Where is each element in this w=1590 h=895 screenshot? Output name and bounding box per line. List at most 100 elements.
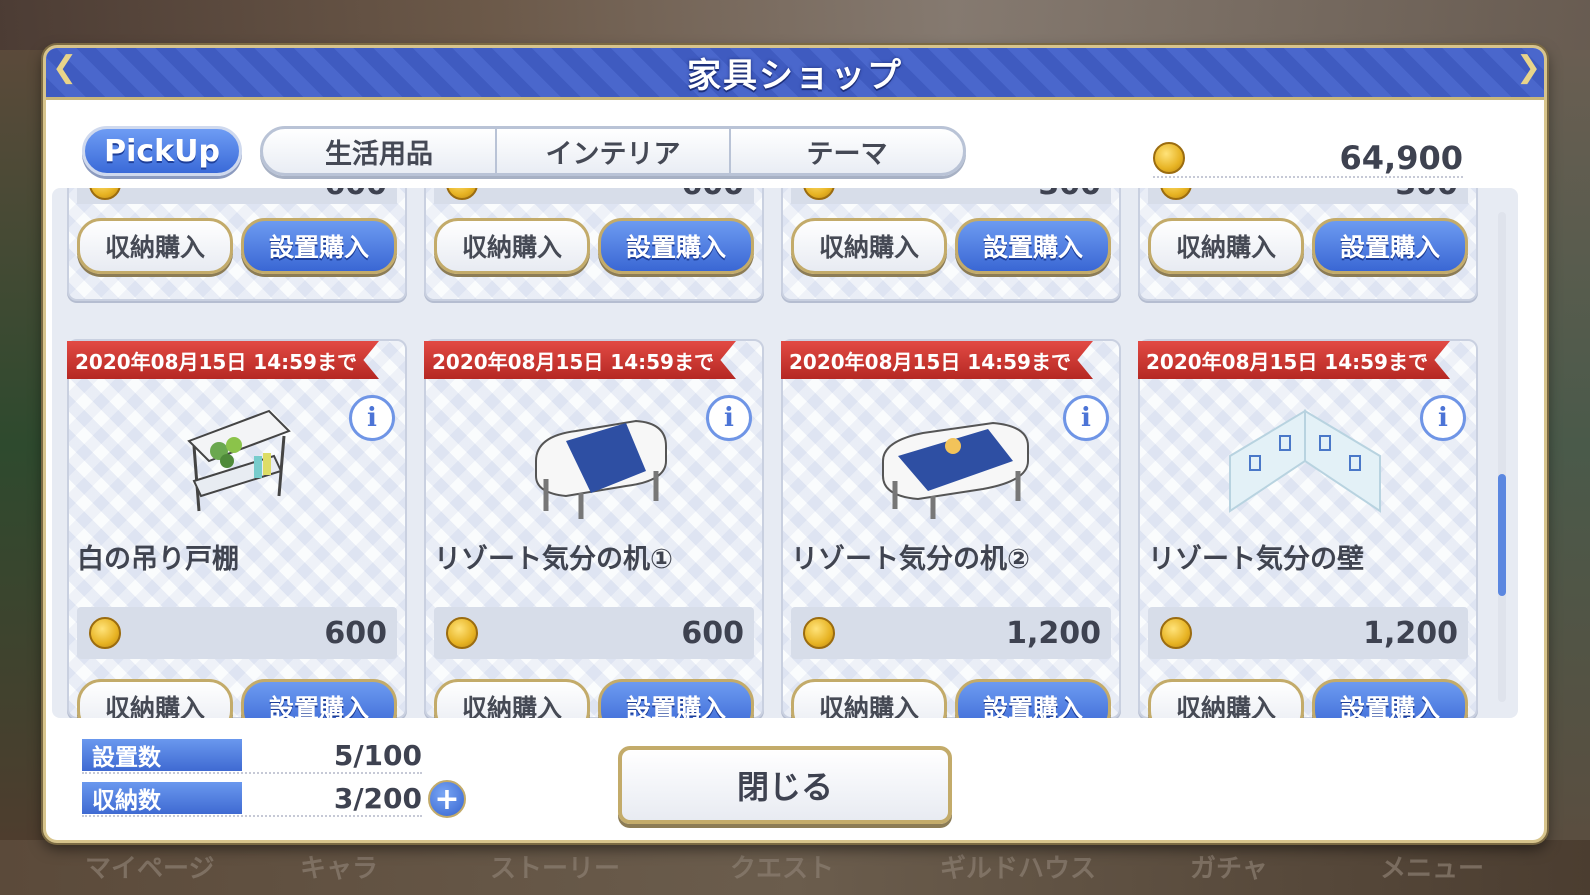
store-buy-button[interactable]: 収納購入	[791, 218, 947, 274]
background-nav-guildhouse: ギルドハウス	[940, 854, 1097, 884]
price-value: 600	[681, 615, 744, 651]
place-buy-button[interactable]: 設置購入	[598, 218, 754, 274]
placed-count-row: 設置数 5/100	[82, 738, 422, 774]
placed-count-label: 設置数	[82, 739, 242, 771]
placed-count-value: 5/100	[333, 738, 422, 772]
store-buy-button[interactable]: 収納購入	[434, 679, 590, 718]
coin-icon	[803, 188, 835, 200]
price-value: 300	[1395, 188, 1458, 202]
price-bar: 600	[434, 607, 754, 659]
corner-ornament-right: ❯	[1516, 50, 1542, 85]
button-row: 収納購入 設置購入	[791, 218, 1111, 274]
close-button[interactable]: 閉じる	[618, 746, 952, 824]
store-buy-button[interactable]: 収納購入	[434, 218, 590, 274]
background-left	[0, 50, 44, 840]
item-name: 白の吊り戸棚	[77, 544, 239, 575]
deadline-ribbon: 2020年08月15日 14:59まで	[67, 341, 379, 379]
item-card-top: 600 収納購入 設置購入	[424, 188, 764, 301]
resort-desk-1-image	[535, 419, 667, 519]
store-buy-button[interactable]: 収納購入	[1148, 679, 1304, 718]
scrollbar[interactable]	[1498, 212, 1506, 702]
item-grid[interactable]: 600 収納購入 設置購入 600 収納購入 設置購入 300 収納購入	[52, 188, 1518, 718]
price-value: 600	[681, 188, 744, 202]
price-bar: 1,200	[1148, 607, 1468, 659]
item-name: リゾート気分の机②	[791, 544, 1030, 575]
price-bar: 600	[77, 188, 397, 204]
info-icon[interactable]: i	[706, 395, 752, 441]
dialog-header: ❮ 家具ショップ ❯	[46, 48, 1544, 100]
place-buy-button[interactable]: 設置購入	[1312, 218, 1468, 274]
store-buy-button[interactable]: 収納購入	[77, 679, 233, 718]
item-card-top: 300 収納購入 設置購入	[1138, 188, 1478, 301]
place-buy-button[interactable]: 設置購入	[1312, 679, 1468, 718]
background-nav-menu: メニュー	[1380, 854, 1485, 884]
place-buy-button[interactable]: 設置購入	[955, 218, 1111, 274]
button-row: 収納購入 設置購入	[77, 218, 397, 274]
coin-icon	[89, 188, 121, 200]
plus-icon[interactable]: +	[428, 780, 466, 818]
price-value: 1,200	[1006, 615, 1101, 651]
background-nav-chara: キャラ	[300, 854, 379, 884]
button-row: 収納購入 設置購入	[791, 679, 1111, 718]
scrollbar-thumb[interactable]	[1498, 474, 1506, 596]
tab-interior[interactable]: インテリア	[497, 129, 731, 173]
item-card[interactable]: 2020年08月15日 14:59まで i リゾート気分の机① 600 収納購入…	[424, 339, 764, 718]
item-card-top: 600 収納購入 設置購入	[67, 188, 407, 301]
info-icon[interactable]: i	[1063, 395, 1109, 441]
coin-icon	[1160, 617, 1192, 649]
place-buy-button[interactable]: 設置購入	[241, 679, 397, 718]
price-value: 300	[1038, 188, 1101, 202]
resort-wall-image	[1229, 409, 1381, 513]
item-card[interactable]: 2020年08月15日 14:59まで i リゾート気分の壁 1,200 収納購…	[1138, 339, 1478, 718]
button-row: 収納購入 設置購入	[77, 679, 397, 718]
hanging-shelf-image	[187, 409, 291, 512]
button-row: 収納購入 設置購入	[434, 218, 754, 274]
tab-pickup[interactable]: PickUp	[82, 126, 242, 176]
deadline-ribbon: 2020年08月15日 14:59まで	[781, 341, 1093, 379]
item-name: リゾート気分の壁	[1148, 544, 1364, 575]
stored-count-row: 収納数 3/200	[82, 781, 422, 817]
stored-count-label: 収納数	[82, 782, 242, 814]
place-buy-button[interactable]: 設置購入	[241, 218, 397, 274]
store-buy-button[interactable]: 収納購入	[77, 218, 233, 274]
button-row: 収納購入 設置購入	[434, 679, 754, 718]
place-buy-button[interactable]: 設置購入	[598, 679, 754, 718]
price-bar: 600	[434, 188, 754, 204]
price-value: 600	[324, 188, 387, 202]
place-buy-button[interactable]: 設置購入	[955, 679, 1111, 718]
category-tabs: 生活用品 インテリア テーマ	[260, 126, 966, 176]
price-bar: 300	[791, 188, 1111, 204]
coin-icon	[446, 188, 478, 200]
background-nav-story: ストーリー	[490, 854, 621, 884]
button-row: 収納購入 設置購入	[1148, 218, 1468, 274]
coin-icon	[446, 617, 478, 649]
price-bar: 600	[77, 607, 397, 659]
money-value: 64,900	[1339, 139, 1463, 177]
info-icon[interactable]: i	[349, 395, 395, 441]
background-nav-quest: クエスト	[730, 854, 835, 884]
background-nav-gacha: ガチャ	[1190, 854, 1268, 884]
coin-icon	[89, 617, 121, 649]
stored-count-value: 3/200	[333, 781, 422, 815]
button-row: 収納購入 設置購入	[1148, 679, 1468, 718]
item-card[interactable]: 2020年08月15日 14:59まで i 白の吊り戸棚 600 収納購入 設置…	[67, 339, 407, 718]
background-right	[1546, 50, 1590, 840]
dialog-title: 家具ショップ	[687, 56, 903, 96]
money-display: 64,900	[1153, 139, 1463, 178]
deadline-ribbon: 2020年08月15日 14:59まで	[1138, 341, 1450, 379]
coin-icon	[1153, 142, 1185, 174]
item-name: リゾート気分の机①	[434, 544, 673, 575]
tab-daily-goods[interactable]: 生活用品	[263, 129, 497, 173]
tab-theme[interactable]: テーマ	[731, 129, 963, 173]
store-buy-button[interactable]: 収納購入	[1148, 218, 1304, 274]
store-buy-button[interactable]: 収納購入	[791, 679, 947, 718]
deadline-ribbon: 2020年08月15日 14:59まで	[424, 341, 736, 379]
corner-ornament-left: ❮	[52, 50, 78, 85]
background-nav-mypage: マイページ	[85, 854, 215, 884]
coin-icon	[1160, 188, 1192, 200]
price-bar: 1,200	[791, 607, 1111, 659]
furniture-shop-dialog: ❮ 家具ショップ ❯ PickUp 生活用品 インテリア テーマ 64,900 …	[43, 45, 1547, 843]
resort-desk-2-image	[882, 421, 1029, 519]
item-card[interactable]: 2020年08月15日 14:59まで i リゾート気分の机② 1,200 収納…	[781, 339, 1121, 718]
background-top	[0, 0, 1590, 50]
